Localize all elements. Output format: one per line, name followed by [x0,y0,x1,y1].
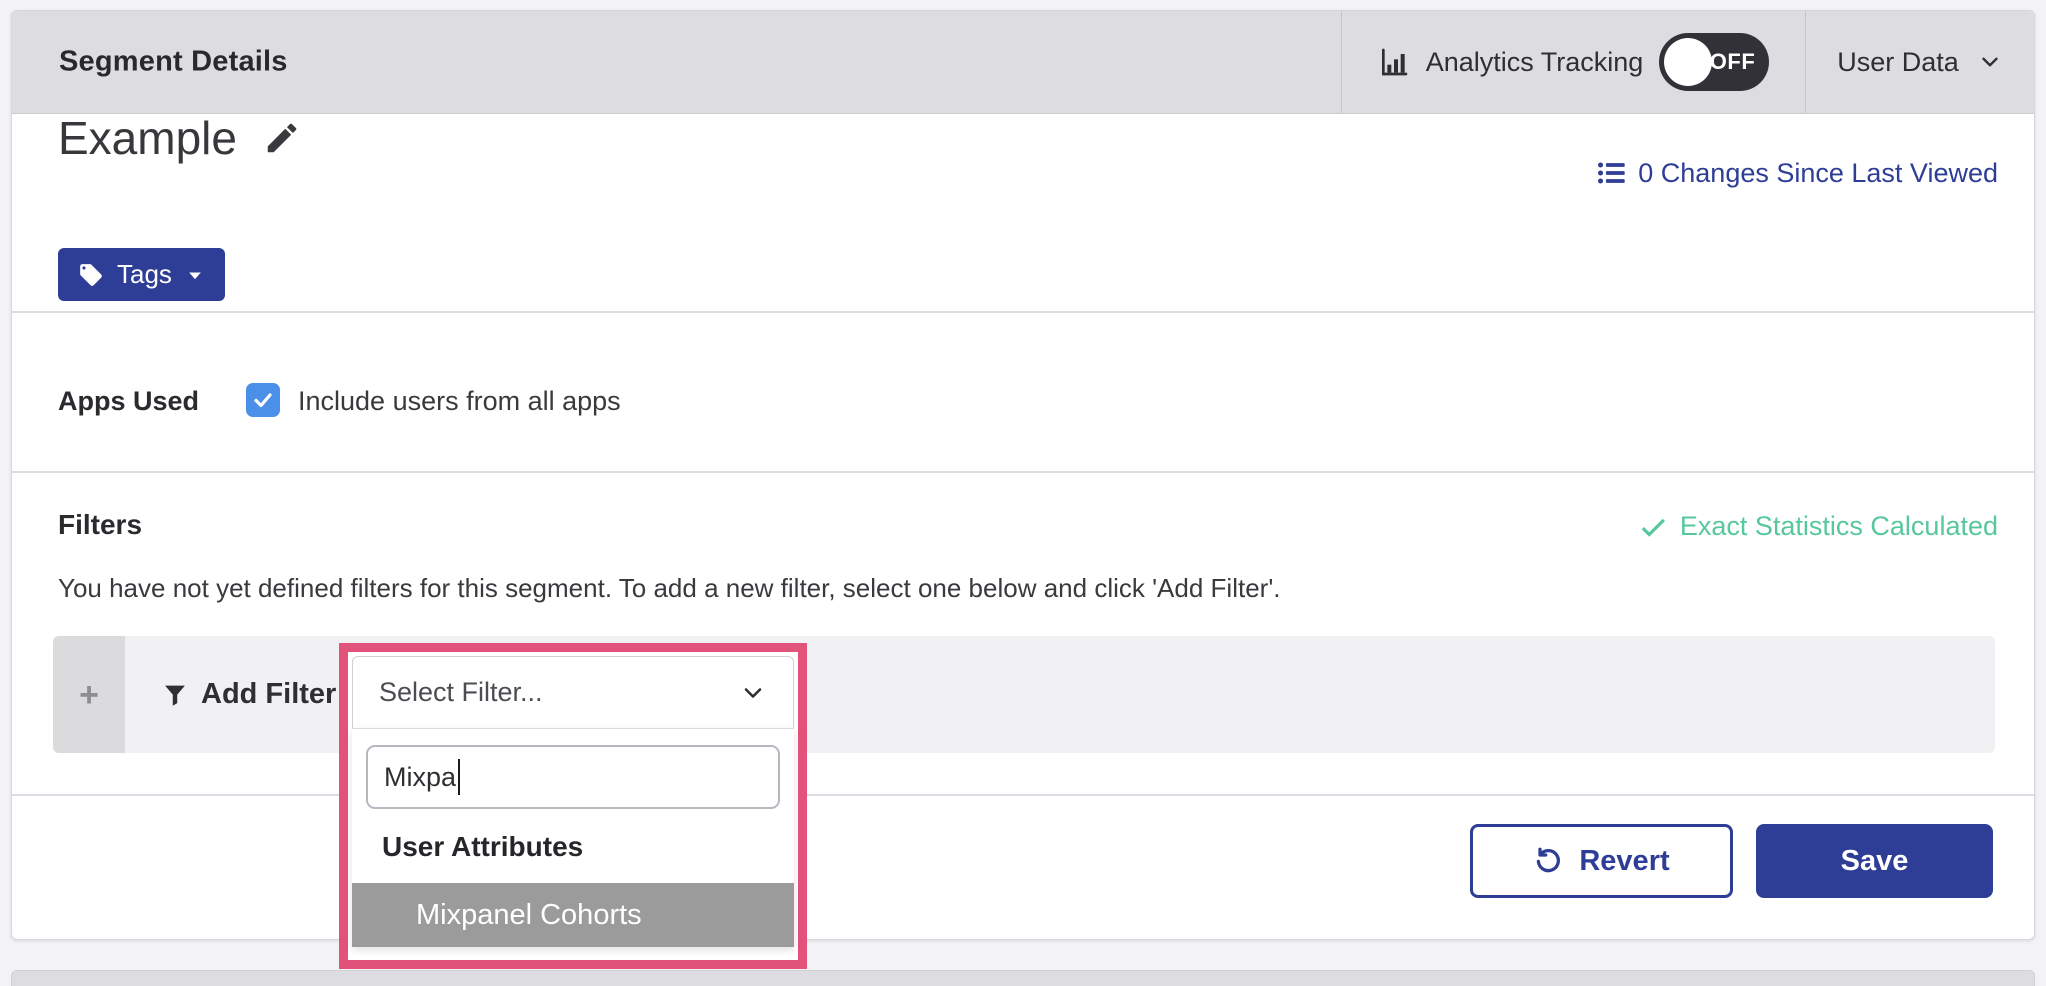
next-panel-header-peek [11,970,2035,986]
check-icon [1638,512,1668,542]
changes-link-label: 0 Changes Since Last Viewed [1638,158,1998,189]
segment-name: Example [58,111,237,165]
filters-description: You have not yet defined filters for thi… [58,573,1281,604]
section-divider [12,471,2034,473]
changes-since-last-viewed-link[interactable]: 0 Changes Since Last Viewed [1596,157,1998,189]
save-button[interactable]: Save [1756,824,1993,898]
card-header: Segment Details Analytics Tracking OFF U… [12,11,2034,114]
analytics-tracking-toggle[interactable]: OFF [1659,33,1769,91]
page-title: Segment Details [59,46,288,79]
filter-search-value: Mixpa [384,762,456,793]
chevron-down-icon [739,679,767,707]
apps-used-label: Apps Used [58,386,199,417]
add-filter-label: Add Filter [201,678,336,711]
segment-details-card: Segment Details Analytics Tracking OFF U… [11,10,2035,940]
annotation-highlight-box: Select Filter... Mixpa User Attributes M… [339,643,807,969]
edit-pencil-icon[interactable] [263,119,301,157]
funnel-icon [161,681,189,709]
filter-search-input[interactable]: Mixpa [366,745,780,809]
exact-statistics-status: Exact Statistics Calculated [1638,511,1998,542]
toggle-state-label: OFF [1710,49,1756,75]
text-cursor [458,759,460,795]
filters-heading: Filters [58,509,142,541]
section-divider [12,311,2034,313]
filter-dropdown-panel: Mixpa User Attributes Mixpanel Cohorts [352,728,794,947]
analytics-tracking-label: Analytics Tracking [1426,47,1644,78]
revert-undo-icon [1533,846,1563,876]
plus-icon: + [79,678,99,712]
exact-statistics-label: Exact Statistics Calculated [1680,511,1998,542]
segment-title-row: Example [58,111,301,165]
toggle-knob [1664,38,1712,86]
tags-button-label: Tags [117,259,172,290]
section-divider [12,794,2034,796]
bar-chart-icon [1378,46,1410,78]
user-data-label: User Data [1837,47,1959,78]
include-all-apps-checkbox[interactable] [246,383,280,417]
user-data-dropdown[interactable]: User Data [1806,11,2034,113]
tags-button[interactable]: Tags [58,248,225,301]
caret-down-icon [185,265,205,285]
save-button-label: Save [1841,845,1909,878]
dropdown-option-mixpanel-cohorts[interactable]: Mixpanel Cohorts [352,883,794,947]
checkmark-icon [251,388,275,412]
tag-icon [78,262,104,288]
dropdown-group-header: User Attributes [382,831,794,863]
revert-button[interactable]: Revert [1470,824,1733,898]
include-all-apps-label: Include users from all apps [298,386,621,417]
revert-button-label: Revert [1579,845,1669,878]
chevron-down-icon [1977,49,2003,75]
filter-select[interactable]: Select Filter... [352,656,794,728]
add-filter-label-group: Add Filter [161,636,336,753]
filter-select-value: Select Filter... [379,677,543,708]
analytics-tracking-block: Analytics Tracking OFF [1341,11,1806,113]
list-icon [1596,157,1628,189]
add-filter-plus-button[interactable]: + [53,636,125,753]
